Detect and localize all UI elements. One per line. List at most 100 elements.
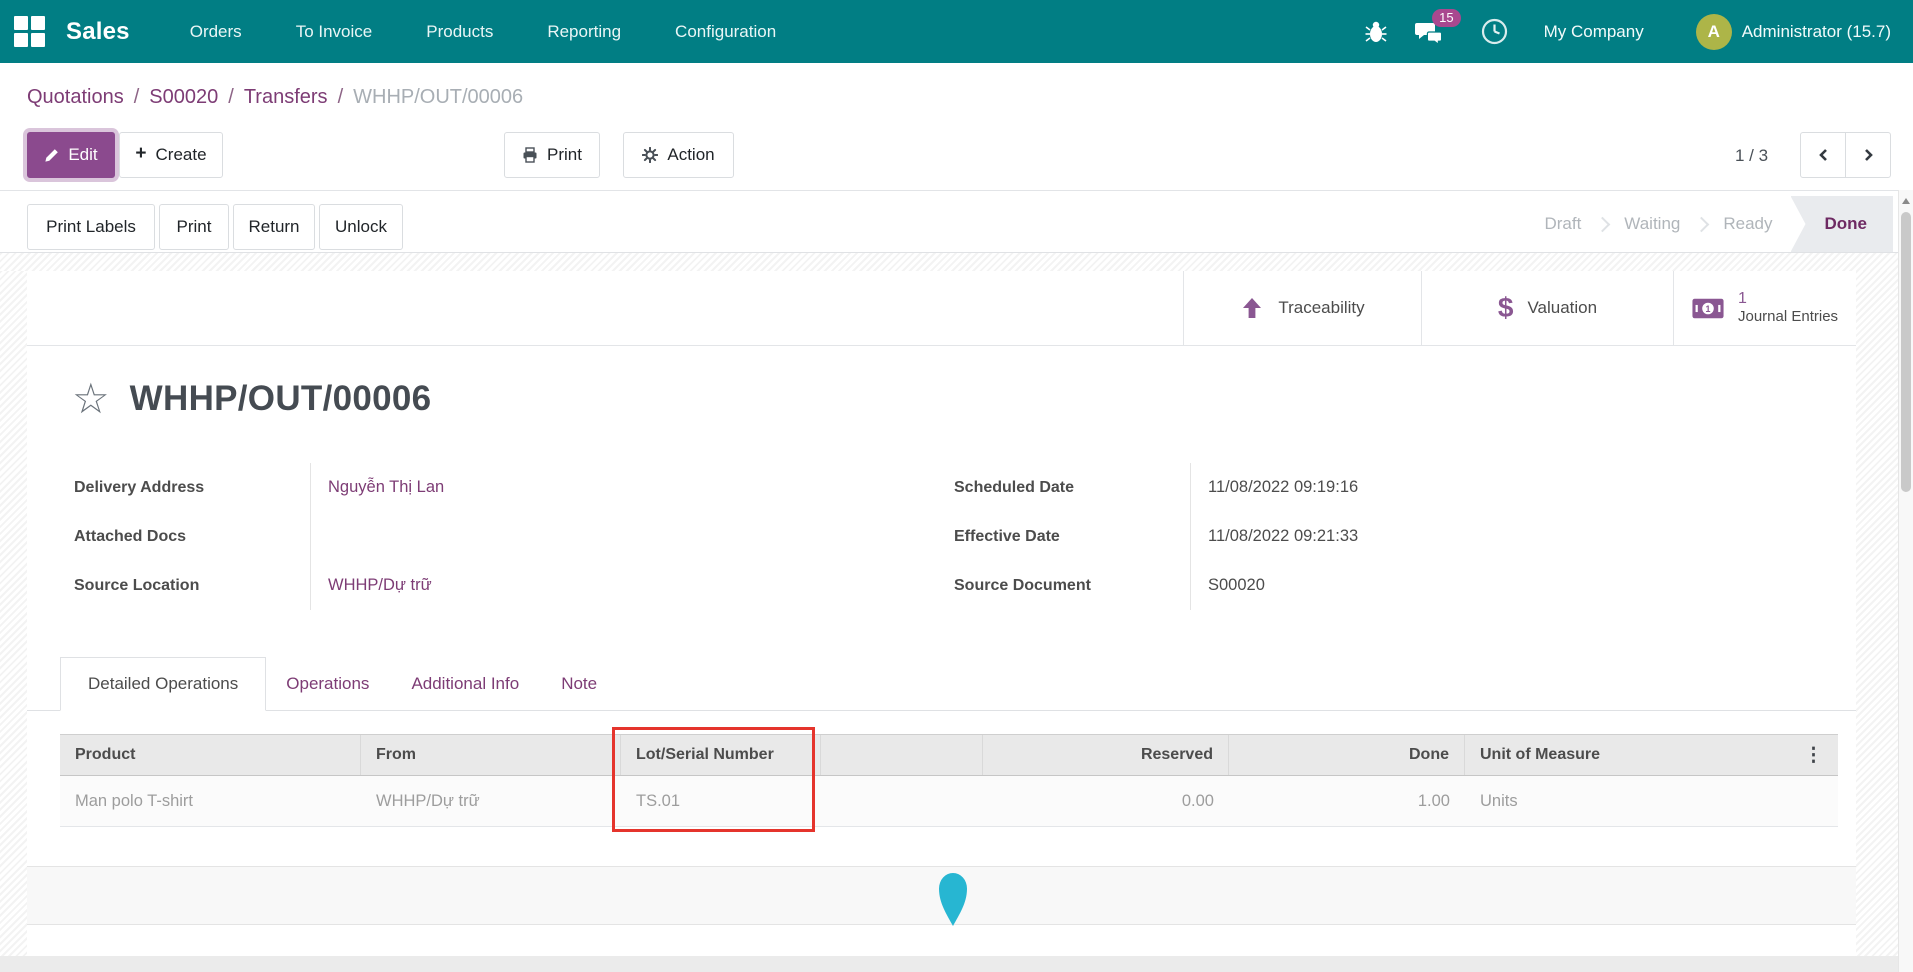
print-labels-button[interactable]: Print Labels xyxy=(27,204,155,250)
notebook-tabs: Detailed Operations Operations Additiona… xyxy=(60,657,597,711)
edit-button-label: Edit xyxy=(68,145,97,165)
col-header-uom[interactable]: Unit of Measure ⋮ xyxy=(1465,735,1838,775)
action-menu-button[interactable]: Action xyxy=(623,132,734,178)
traceability-label: Traceability xyxy=(1278,298,1364,318)
svg-text:1: 1 xyxy=(1706,303,1711,313)
breadcrumb-separator: / xyxy=(338,86,344,109)
user-name: Administrator (15.7) xyxy=(1742,22,1891,42)
col-header-done[interactable]: Done xyxy=(1229,735,1465,775)
stage-draft[interactable]: Draft xyxy=(1526,214,1599,234)
field-value-effective-date: 11/08/2022 09:21:33 xyxy=(1190,512,1640,561)
document-title: WHHP/OUT/00006 xyxy=(130,379,432,419)
journal-entries-label: Journal Entries xyxy=(1738,308,1856,326)
menu-reporting[interactable]: Reporting xyxy=(547,22,621,42)
field-label-source-document: Source Document xyxy=(940,561,1190,610)
breadcrumb-quotations[interactable]: Quotations xyxy=(27,86,124,109)
chevron-right-icon xyxy=(1862,147,1875,163)
col-header-from[interactable]: From xyxy=(361,735,621,775)
favorite-star-icon[interactable]: ☆ xyxy=(72,379,110,419)
user-menu[interactable]: A Administrator (15.7) xyxy=(1696,14,1891,50)
optional-columns-icon[interactable]: ⋮ xyxy=(1804,744,1823,767)
field-value-delivery-address[interactable]: Nguyễn Thị Lan xyxy=(310,463,760,512)
col-header-lot-serial[interactable]: Lot/Serial Number xyxy=(621,735,821,775)
arrow-up-icon xyxy=(1240,296,1264,320)
field-group-right: Scheduled Date 11/08/2022 09:19:16 Effec… xyxy=(940,463,1640,610)
chevron-left-icon xyxy=(1817,147,1830,163)
dollar-icon: $ xyxy=(1498,292,1514,324)
breadcrumb: Quotations / S00020 / Transfers / WHHP/O… xyxy=(27,86,523,109)
cell-empty[interactable] xyxy=(821,776,983,826)
scrollbar-up-arrow[interactable] xyxy=(1902,198,1910,204)
tab-operations[interactable]: Operations xyxy=(286,674,369,694)
apps-menu-icon[interactable] xyxy=(14,16,46,48)
stage-done-active[interactable]: Done xyxy=(1791,196,1894,252)
print-menu-label: Print xyxy=(547,145,582,165)
scrollbar-thumb[interactable] xyxy=(1901,212,1911,492)
cell-from[interactable]: WHHP/Dự trữ xyxy=(361,776,621,826)
pager-previous-button[interactable] xyxy=(1800,132,1846,178)
smart-button-box: Traceability $ Valuation 1 1 Journal Ent… xyxy=(1183,271,1856,345)
breadcrumb-s00020[interactable]: S00020 xyxy=(149,86,218,109)
tab-detailed-operations[interactable]: Detailed Operations xyxy=(60,657,266,711)
menu-configuration[interactable]: Configuration xyxy=(675,22,776,42)
field-value-source-location[interactable]: WHHP/Dự trữ xyxy=(310,561,760,610)
valuation-button[interactable]: $ Valuation xyxy=(1421,271,1673,345)
field-label-attached-docs: Attached Docs xyxy=(60,512,310,561)
messages-icon[interactable]: 15 xyxy=(1415,20,1443,44)
panel-divider xyxy=(0,190,1913,191)
banknote-icon: 1 xyxy=(1692,297,1724,320)
field-value-attached-docs[interactable] xyxy=(310,512,760,561)
tab-note[interactable]: Note xyxy=(561,674,597,694)
print-button[interactable]: Print xyxy=(159,204,229,250)
cell-lot-serial[interactable]: TS.01 xyxy=(621,776,821,826)
cell-product[interactable]: Man polo T-shirt xyxy=(60,776,361,826)
page-background xyxy=(0,252,1898,271)
pager-next-button[interactable] xyxy=(1845,132,1891,178)
field-label-effective-date: Effective Date xyxy=(940,512,1190,561)
section-below-sheet xyxy=(0,956,1898,972)
page-background xyxy=(0,271,27,956)
company-switcher[interactable]: My Company xyxy=(1544,22,1644,42)
click-indicator-pin xyxy=(939,872,967,926)
edit-button[interactable]: Edit xyxy=(27,132,115,178)
col-header-reserved[interactable]: Reserved xyxy=(983,735,1229,775)
messages-count-badge: 15 xyxy=(1432,9,1460,27)
breadcrumb-separator: / xyxy=(134,86,140,109)
plus-icon: + xyxy=(135,143,146,165)
unlock-button[interactable]: Unlock xyxy=(319,204,403,250)
pencil-icon xyxy=(44,148,59,163)
stage-ready[interactable]: Ready xyxy=(1705,214,1790,234)
vertical-scrollbar[interactable] xyxy=(1898,190,1913,972)
user-avatar: A xyxy=(1696,14,1732,50)
col-header-product[interactable]: Product xyxy=(60,735,361,775)
field-value-scheduled-date: 11/08/2022 09:19:16 xyxy=(1190,463,1640,512)
tab-additional-info[interactable]: Additional Info xyxy=(411,674,519,694)
status-bar: Draft Waiting Ready Done xyxy=(1526,196,1893,252)
menu-to-invoice[interactable]: To Invoice xyxy=(296,22,373,42)
main-menu: Orders To Invoice Products Reporting Con… xyxy=(190,22,776,42)
gear-icon xyxy=(642,147,658,163)
smart-row-border xyxy=(27,345,1856,346)
col-header-empty[interactable] xyxy=(821,735,983,775)
debug-bug-icon[interactable] xyxy=(1365,20,1387,44)
activities-clock-icon[interactable] xyxy=(1481,18,1508,45)
pager-indicator: 1 / 3 xyxy=(1735,146,1768,166)
cell-reserved[interactable]: 0.00 xyxy=(983,776,1229,826)
stage-waiting[interactable]: Waiting xyxy=(1606,214,1698,234)
create-button[interactable]: + Create xyxy=(119,132,223,178)
menu-products[interactable]: Products xyxy=(426,22,493,42)
detailed-operations-table: Product From Lot/Serial Number Reserved … xyxy=(60,734,1838,827)
table-row[interactable]: Man polo T-shirt WHHP/Dự trữ TS.01 0.00 … xyxy=(60,776,1838,827)
return-button[interactable]: Return xyxy=(233,204,315,250)
menu-orders[interactable]: Orders xyxy=(190,22,242,42)
app-brand[interactable]: Sales xyxy=(66,18,130,46)
cell-uom[interactable]: Units xyxy=(1465,776,1838,826)
journal-entries-count: 1 xyxy=(1738,290,1856,308)
field-label-delivery-address: Delivery Address xyxy=(60,463,310,512)
field-label-source-location: Source Location xyxy=(60,561,310,610)
print-menu-button[interactable]: Print xyxy=(504,132,600,178)
journal-entries-button[interactable]: 1 1 Journal Entries xyxy=(1673,271,1856,345)
traceability-button[interactable]: Traceability xyxy=(1183,271,1421,345)
cell-done[interactable]: 1.00 xyxy=(1229,776,1465,826)
breadcrumb-transfers[interactable]: Transfers xyxy=(244,86,328,109)
